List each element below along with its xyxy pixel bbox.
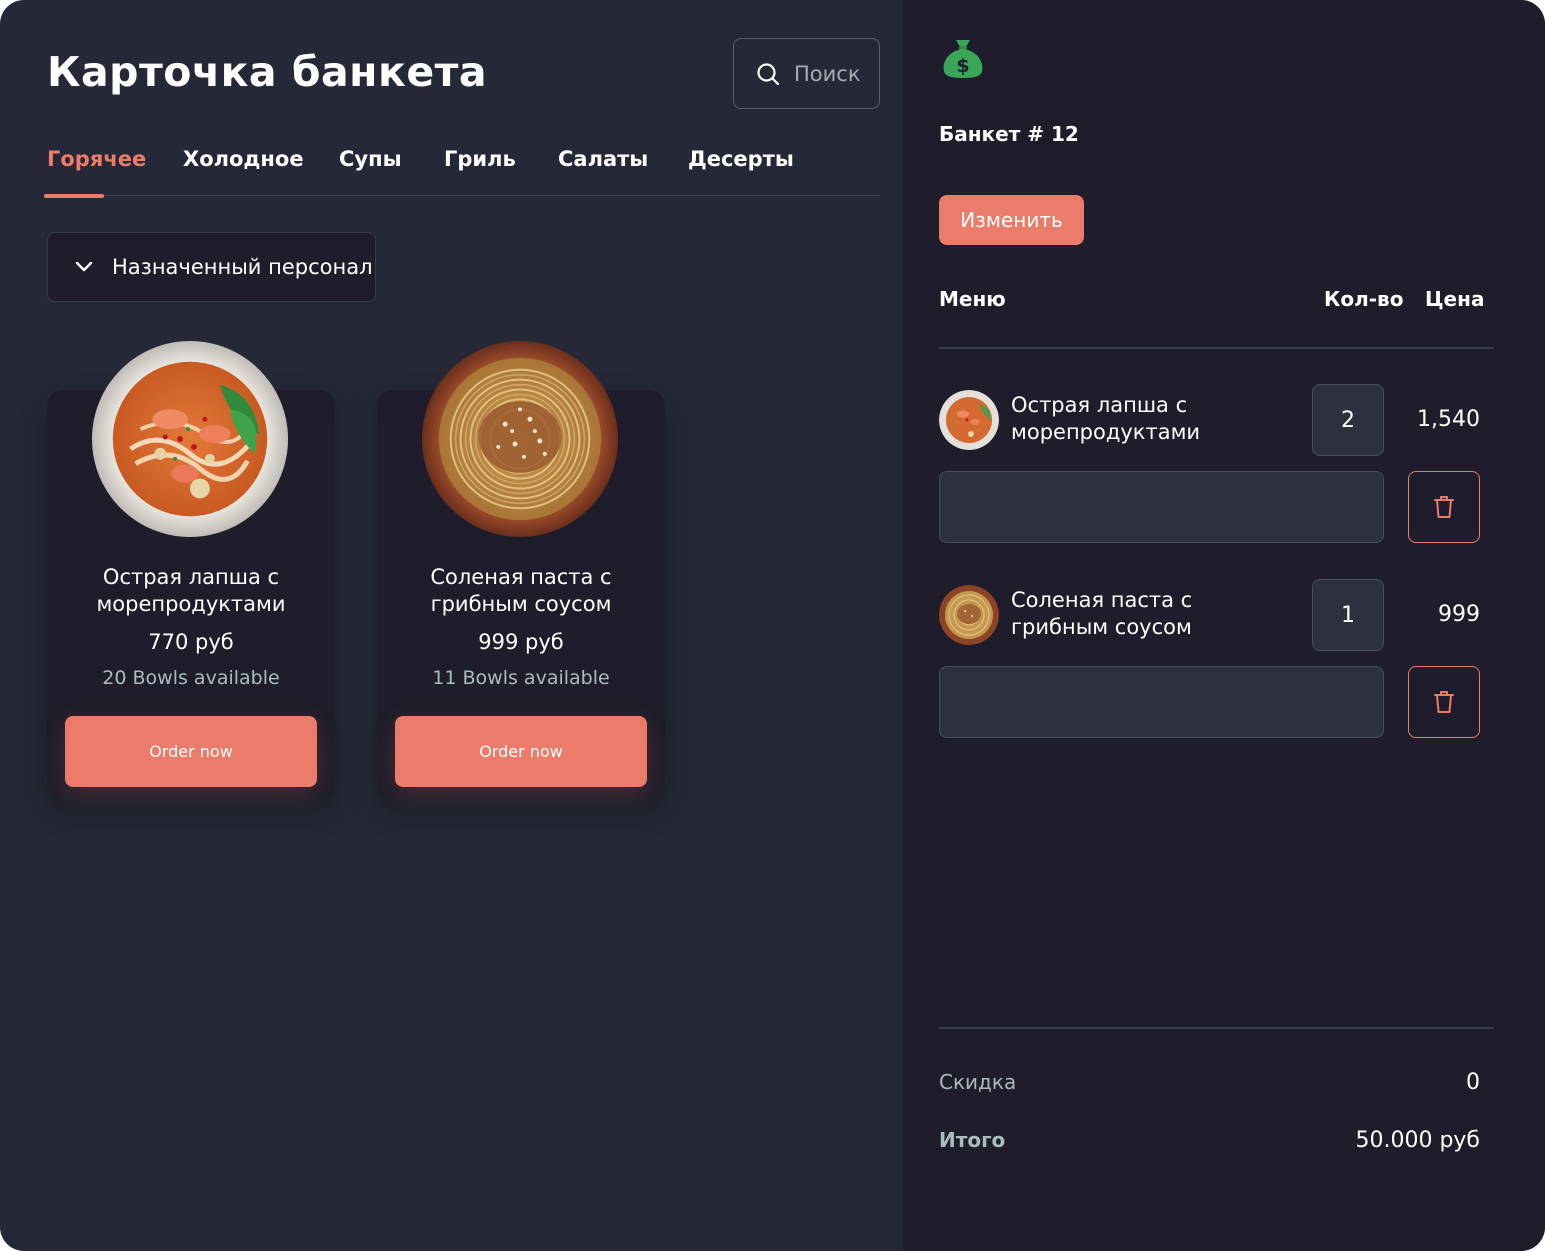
delete-item-button[interactable] — [1408, 666, 1480, 738]
tab-soups[interactable]: Супы — [339, 147, 402, 171]
header-divider — [939, 347, 1494, 349]
quantity-field[interactable]: 2 — [1312, 384, 1384, 456]
dish-name: Острая лапша с морепродуктами — [96, 565, 286, 616]
column-header-price: Цена — [1425, 287, 1485, 311]
discount-label: Скидка — [939, 1070, 1017, 1094]
order-item-name: Соленая паста с грибным соусом — [1011, 588, 1193, 639]
trash-icon — [1434, 496, 1454, 518]
dish-price: 999 руб — [478, 630, 564, 654]
assigned-staff-label: Назначенный персонал — [112, 255, 373, 279]
mushroom-pasta-image — [421, 340, 619, 538]
dish-availability: 11 Bowls available — [432, 667, 610, 689]
search-icon — [757, 62, 780, 85]
tab-cold[interactable]: Холодное — [183, 147, 304, 171]
tab-grill[interactable]: Гриль — [444, 147, 516, 171]
money-bag-icon: $ — [943, 40, 983, 78]
column-header-qty: Кол-во — [1324, 287, 1404, 311]
trash-icon — [1434, 691, 1454, 713]
dish-price: 770 руб — [148, 630, 234, 654]
dish-name: Соленая паста с грибным соусом — [430, 565, 612, 616]
order-now-button[interactable]: Order now — [65, 716, 317, 787]
seafood-noodles-image — [91, 340, 289, 538]
app-window: Карточка банкета Поиск Горячее Холодное … — [0, 0, 1545, 1251]
tab-salads[interactable]: Салаты — [558, 147, 648, 171]
tab-desserts[interactable]: Десерты — [688, 147, 794, 171]
page-title: Карточка банкета — [47, 48, 488, 96]
svg-text:$: $ — [956, 55, 969, 77]
order-item-thumbnail — [939, 390, 999, 450]
chevron-down-icon — [75, 261, 93, 272]
order-note-input[interactable] — [939, 471, 1384, 543]
search-input[interactable]: Поиск — [733, 38, 880, 109]
edit-button[interactable]: Изменить — [939, 195, 1084, 245]
total-value: 50.000 руб — [1355, 1128, 1480, 1153]
quantity-field[interactable]: 1 — [1312, 579, 1384, 651]
total-label: Итого — [939, 1128, 1006, 1152]
summary-divider — [939, 1027, 1494, 1029]
dish-availability: 20 Bowls available — [102, 667, 280, 689]
order-item-thumbnail — [939, 585, 999, 645]
search-placeholder: Поиск — [794, 61, 861, 86]
delete-item-button[interactable] — [1408, 471, 1480, 543]
order-item-price: 1,540 — [1417, 407, 1480, 432]
category-tabs: Горячее Холодное Супы Гриль Салаты Десер… — [44, 140, 880, 198]
banquet-number: Банкет # 12 — [939, 122, 1079, 146]
order-item-name: Острая лапша с морепродуктами — [1011, 393, 1201, 444]
order-now-button[interactable]: Order now — [395, 716, 647, 787]
column-header-menu: Меню — [939, 287, 1006, 311]
order-panel: $ Банкет # 12 Изменить Меню Кол-во Цена … — [903, 0, 1545, 1251]
order-item-price: 999 — [1438, 602, 1480, 627]
active-tab-indicator — [44, 194, 104, 198]
tab-hot[interactable]: Горячее — [47, 147, 146, 171]
assigned-staff-dropdown[interactable]: Назначенный персонал — [47, 232, 376, 302]
order-note-input[interactable] — [939, 666, 1384, 738]
discount-value: 0 — [1466, 1070, 1480, 1095]
